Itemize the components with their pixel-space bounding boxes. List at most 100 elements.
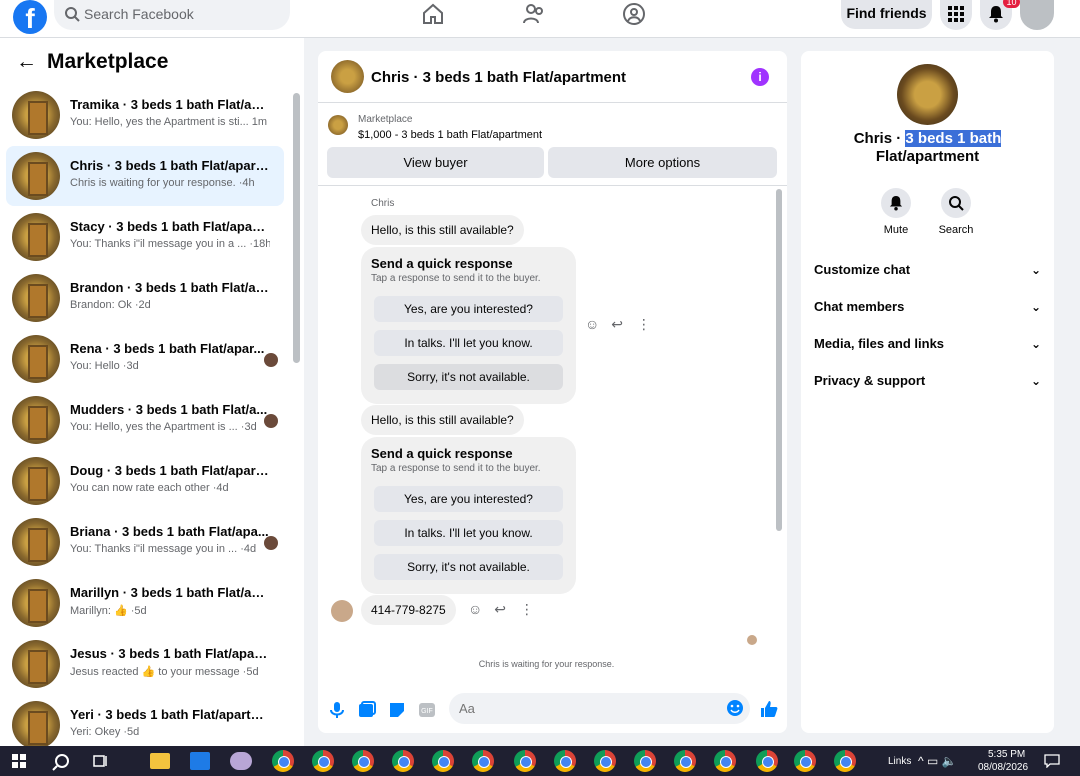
privacy-support-section[interactable]: Privacy & support ⌄ [814,363,1041,399]
clock-time[interactable]: 5:35 PM [988,749,1025,760]
chrome-window-icon[interactable] [554,750,576,772]
quick-reply-yes-button[interactable]: Yes, are you interested? [374,296,563,322]
chrome-window-icon[interactable] [392,750,414,772]
home-icon[interactable] [421,2,445,26]
chrome-window-icon[interactable] [634,750,656,772]
find-friends-button[interactable]: Find friends [841,0,932,29]
chat-list-item[interactable]: Jesus · 3 beds 1 bath Flat/apartm... Jesu… [6,634,284,694]
chat-list-item[interactable]: Briana · 3 beds 1 bath Flat/apa... You: T… [6,512,284,572]
message-actions: ☺ ↩ ⋮ [585,316,651,333]
task-view-icon[interactable] [93,754,109,768]
chat-list-item[interactable]: Rena · 3 beds 1 bath Flat/apar... You: He… [6,329,284,389]
groups-icon[interactable] [622,2,646,26]
info-icon[interactable]: i [751,68,769,86]
reply-icon[interactable]: ↩ [611,316,623,332]
listing-price[interactable]: $1,000 - 3 beds 1 bath Flat/apartment [358,129,542,141]
media-files-links-section[interactable]: Media, files and links ⌄ [814,326,1041,362]
listing-thumbnail [12,457,60,505]
chat-list-item[interactable]: Stacy · 3 beds 1 bath Flat/apartm... You:… [6,207,284,267]
more-icon[interactable]: ⋮ [637,316,651,332]
chrome-window-icon[interactable] [432,750,454,772]
listing-avatar[interactable] [897,64,958,125]
conversation-scrollbar[interactable] [776,189,782,531]
chat-preview: You: Hello ·3d [70,360,139,372]
sticker-icon[interactable] [388,701,406,719]
view-buyer-button[interactable]: View buyer [327,147,544,178]
clock-date[interactable]: 08/08/2026 [978,762,1028,773]
more-options-button[interactable]: More options [548,147,777,178]
file-explorer-icon[interactable] [150,753,170,769]
listing-thumbnail [12,396,60,444]
microphone-icon[interactable] [328,701,346,719]
chat-list-item[interactable]: Doug · 3 beds 1 bath Flat/apart... You ca… [6,451,284,511]
chat-list-item[interactable]: Marillyn · 3 beds 1 bath Flat/apa... Mari… [6,573,284,633]
quick-reply-in-talks-button[interactable]: In talks. I'll let you know. [374,330,563,356]
listing-thumbnail [12,701,60,749]
message-thread: Chris Hello, is this still available? Se… [318,187,787,673]
taskbar-search-icon[interactable] [52,753,70,771]
back-arrow-icon[interactable]: ← [16,50,37,74]
chat-list-item[interactable]: Tramika · 3 beds 1 bath Flat/apar... You:… [6,85,284,145]
account-avatar[interactable] [1020,0,1054,30]
quick-reply-yes-button[interactable]: Yes, are you interested? [374,486,563,512]
chat-title: Marillyn · 3 beds 1 bath Flat/apa... [70,585,270,600]
reply-icon[interactable]: ↩ [494,601,506,617]
listing-thumbnail[interactable] [331,60,364,93]
chat-preview: Marillyn: 👍 ·5d [70,605,147,617]
listing-thumbnail [12,335,60,383]
search-placeholder: Search Facebook [84,6,194,22]
search-in-conversation-action[interactable]: Search [926,188,986,236]
facebook-logo[interactable]: f [13,0,47,34]
chat-title: Brandon · 3 beds 1 bath Flat/apa... [70,280,270,295]
message-bubble[interactable]: Hello, is this still available? [361,405,524,435]
quick-reply-in-talks-button[interactable]: In talks. I'll let you know. [374,520,563,546]
notification-center-icon[interactable] [1044,754,1060,768]
chrome-window-icon[interactable] [472,750,494,772]
paint-icon[interactable] [230,752,252,770]
message-bubble[interactable]: Hello, is this still available? [361,215,524,245]
chrome-window-icon[interactable] [834,750,856,772]
page-title: Marketplace [47,50,169,73]
search-facebook-field[interactable]: Search Facebook [54,0,290,30]
chat-list-item[interactable]: Mudders · 3 beds 1 bath Flat/a... You: He… [6,390,284,450]
friends-icon[interactable] [522,2,546,26]
chat-list-item[interactable]: Brandon · 3 beds 1 bath Flat/apa... Brand… [6,268,284,328]
gif-icon[interactable]: GIF [418,701,436,719]
chrome-window-icon[interactable] [756,750,778,772]
message-input[interactable] [449,693,699,724]
chat-members-section[interactable]: Chat members ⌄ [814,289,1041,325]
chrome-window-icon[interactable] [352,750,374,772]
chrome-window-icon[interactable] [674,750,696,772]
sender-avatar[interactable] [331,600,353,622]
thumbs-up-icon[interactable] [759,699,779,719]
chat-preview: Brandon: Ok ·2d [70,299,151,311]
emoji-icon[interactable] [726,699,744,717]
more-icon[interactable]: ⋮ [520,601,534,617]
customize-chat-section[interactable]: Customize chat ⌄ [814,252,1041,288]
conversation-panel: Chris · 3 beds 1 bath Flat/apartment i M… [318,51,787,733]
chrome-window-icon[interactable] [714,750,736,772]
conversation-title[interactable]: Chris · 3 beds 1 bath Flat/apartment [371,69,626,86]
windows-start-icon[interactable] [12,754,26,768]
links-toolbar[interactable]: Links [888,756,911,767]
chrome-window-icon[interactable] [594,750,616,772]
chrome-window-icon[interactable] [312,750,334,772]
chrome-window-icon[interactable] [794,750,816,772]
menu-button[interactable] [940,0,972,30]
store-icon[interactable] [190,752,210,770]
quick-response-subtitle: Tap a response to send it to the buyer. [371,273,541,284]
chat-list-item[interactable]: Chris · 3 beds 1 bath Flat/apartm... Chri… [6,146,284,206]
react-emoji-icon[interactable]: ☺ [585,316,599,332]
chat-list-scrollbar[interactable] [293,93,300,363]
quick-reply-sorry-button[interactable]: Sorry, it's not available. [374,364,563,390]
photo-icon[interactable] [358,701,376,719]
section-label: Chat members [814,299,905,314]
mute-action[interactable]: Mute [866,188,926,236]
chrome-window-icon[interactable] [514,750,536,772]
phone-number-message[interactable]: 414-779-8275 [361,595,456,625]
chrome-window-icon[interactable] [272,750,294,772]
quick-reply-sorry-button[interactable]: Sorry, it's not available. [374,554,563,580]
react-emoji-icon[interactable]: ☺ [468,601,482,617]
listing-thumbnail [12,152,60,200]
system-tray-icons[interactable]: ^ ▭ 🔈 [918,754,957,768]
